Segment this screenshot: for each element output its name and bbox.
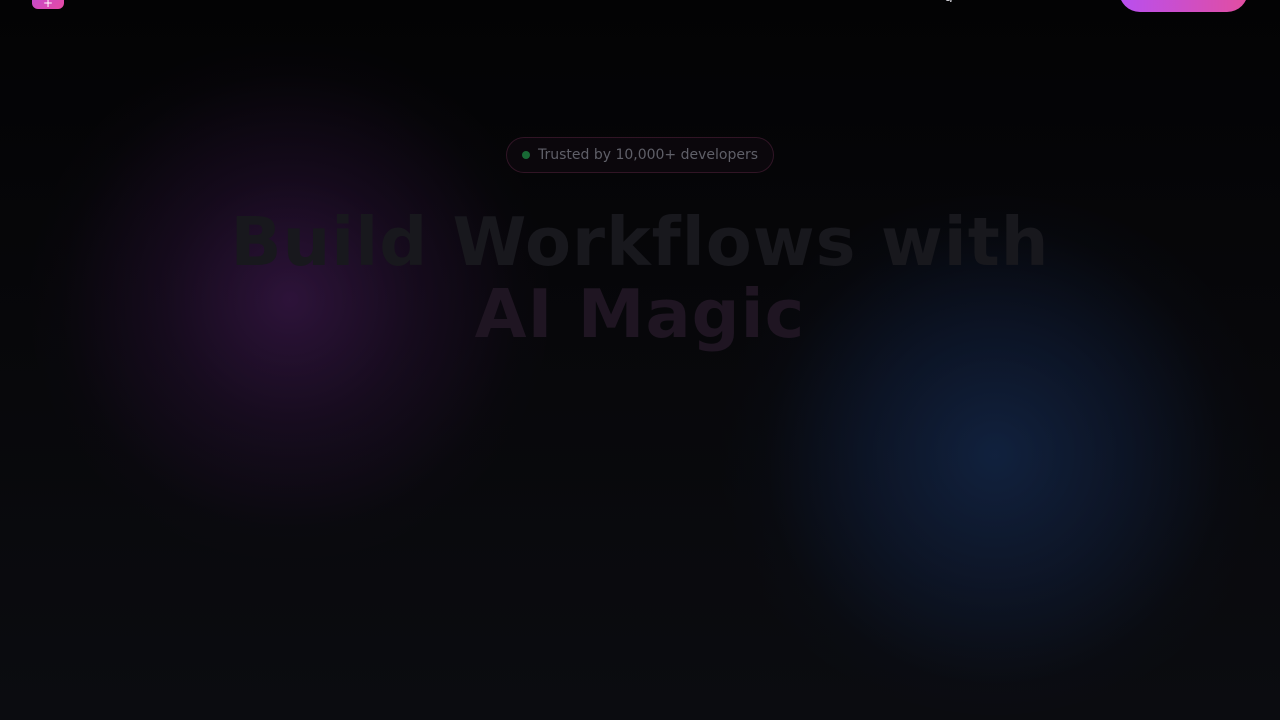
top-nav: + g bbox=[0, 0, 1280, 12]
logo-icon[interactable]: + bbox=[32, 0, 64, 10]
hero-title-line1: Build Workflows with bbox=[230, 203, 1050, 281]
logo-symbol: + bbox=[42, 0, 54, 10]
trust-badge: Trusted by 10,000+ developers bbox=[506, 137, 774, 173]
landing-page: + g Trusted by 10,000+ developers Build … bbox=[0, 0, 1280, 720]
hero-title-line2: AI Magic bbox=[474, 275, 806, 353]
get-started-button[interactable] bbox=[1119, 0, 1248, 12]
status-dot-icon bbox=[521, 151, 530, 159]
nav-link[interactable]: g bbox=[944, 0, 956, 2]
hero-title: Build Workflows with AI Magic bbox=[140, 206, 1140, 350]
trust-badge-text: Trusted by 10,000+ developers bbox=[537, 147, 759, 163]
